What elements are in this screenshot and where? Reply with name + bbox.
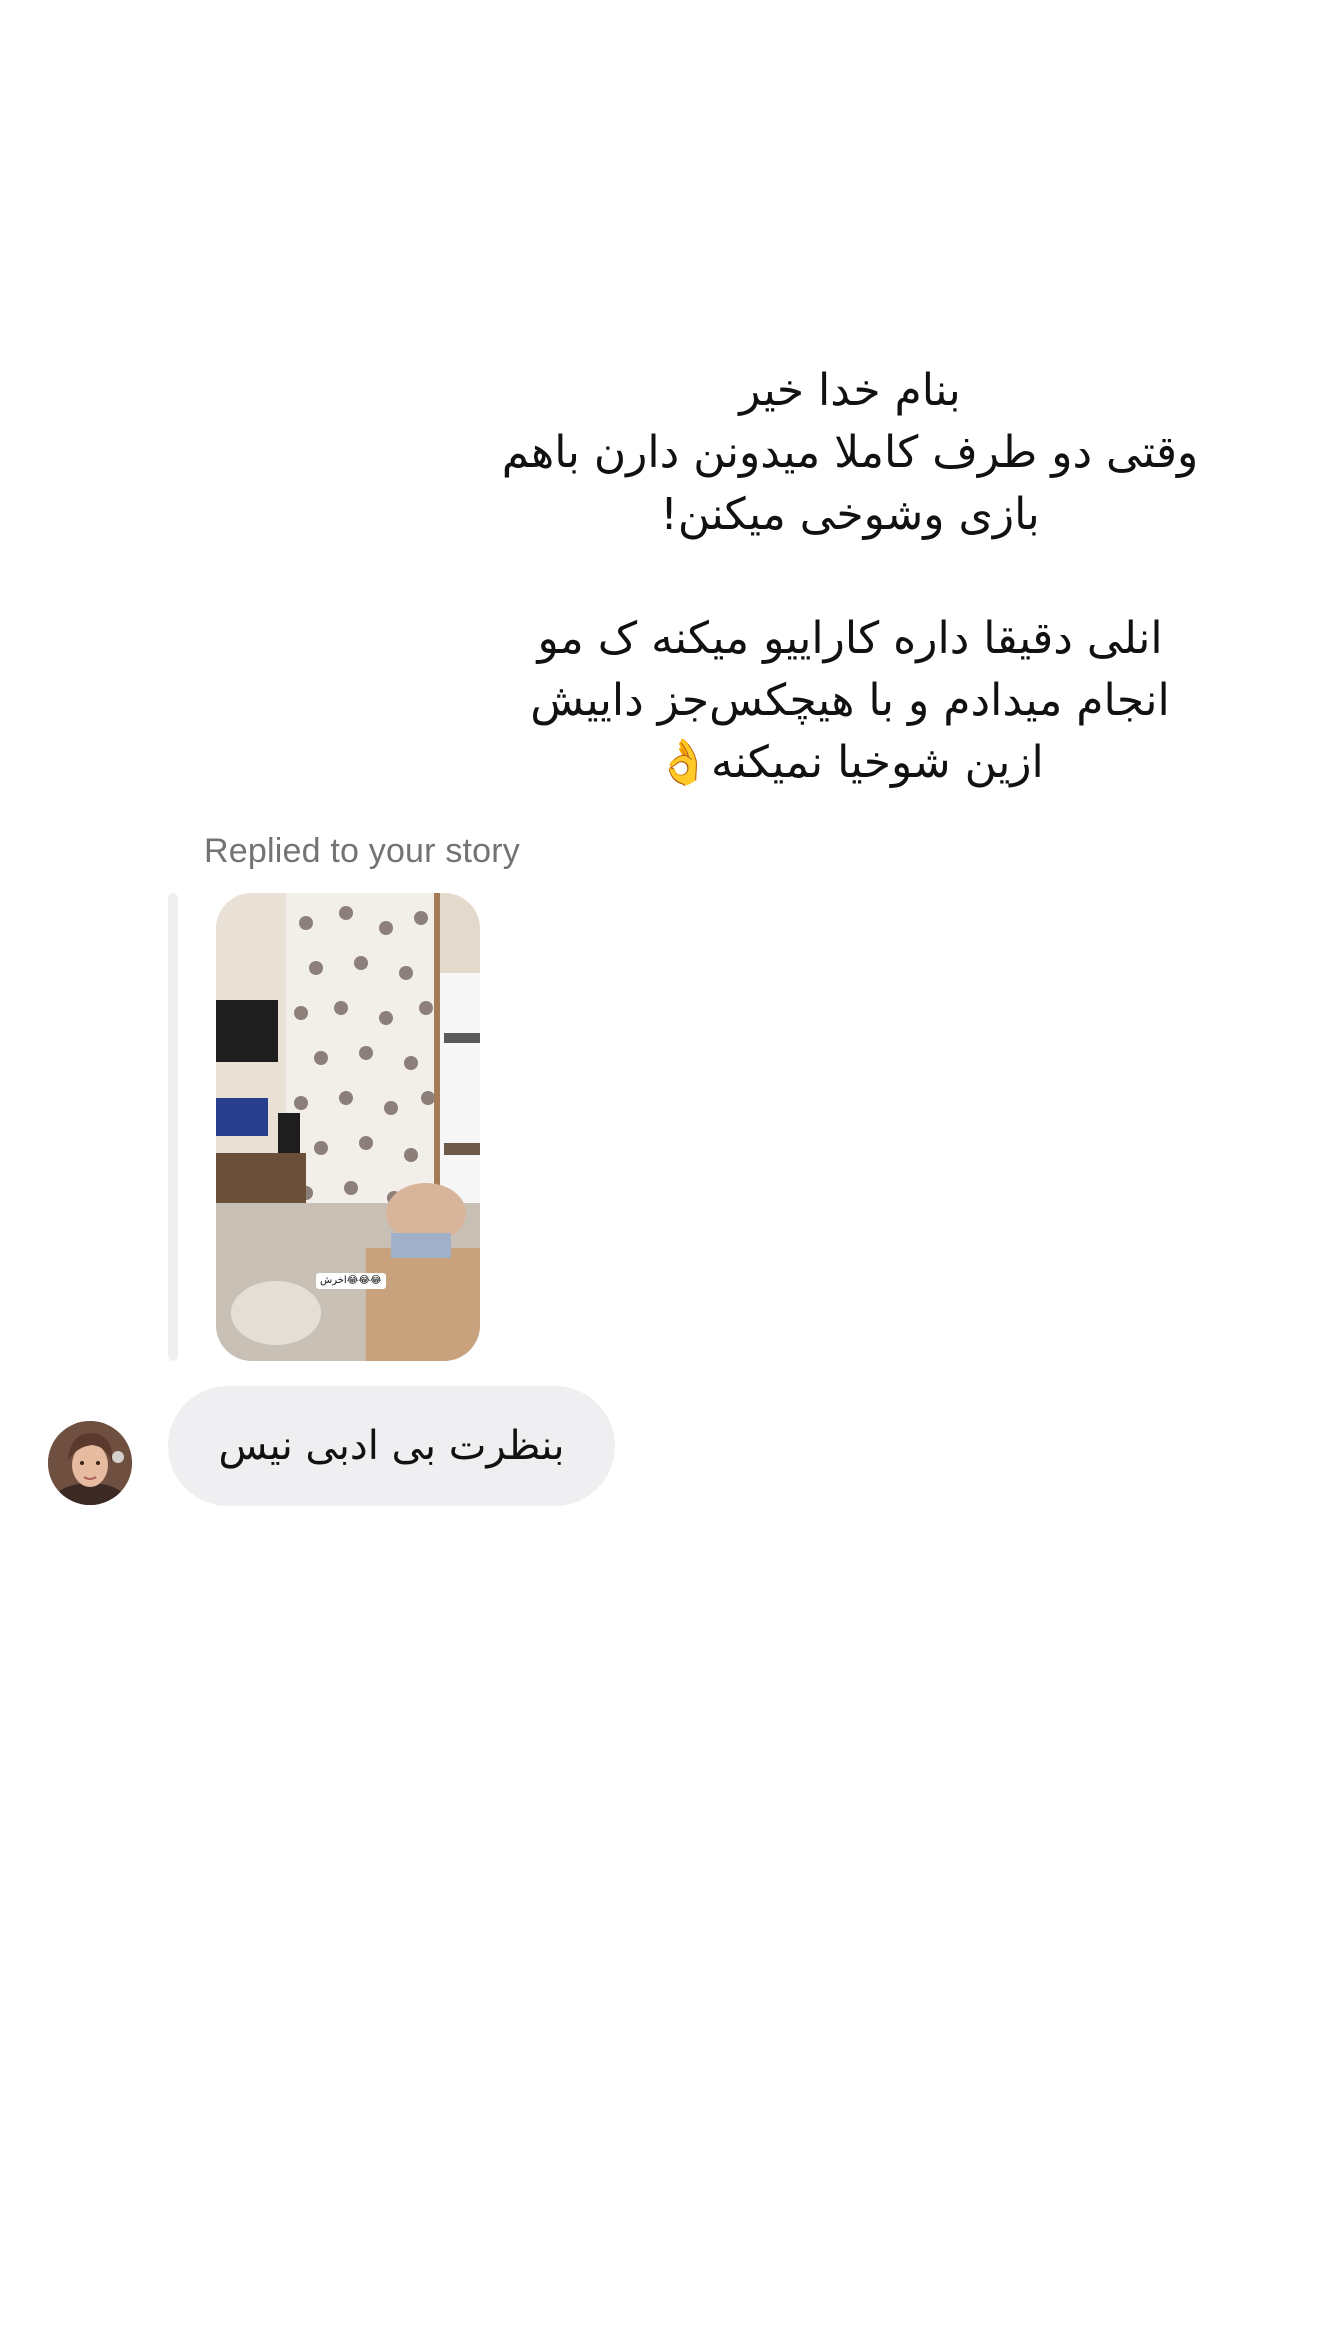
caption-line-5: انجام میدادم و با هیچکس‌جز داییش (530, 675, 1170, 726)
reply-quote-bar (168, 893, 178, 1361)
story-sticker-text: اخرش😂😂😂 (316, 1273, 386, 1289)
story-thumbnail[interactable]: اخرش😂😂😂 (216, 893, 480, 1361)
message-bubble[interactable]: بنظرت بی ادبی نیس (168, 1386, 615, 1506)
story-image-icon (216, 893, 480, 1361)
caption-line-1: بنام خدا خیر (739, 365, 961, 416)
story-caption-text: بنام خدا خیر وقتی دو طرف کاملا میدونن دا… (470, 360, 1230, 794)
caption-line-4: انلی دقیقا داره کاراییو میکنه ک مو (537, 613, 1163, 664)
replied-to-story-label: Replied to your story (204, 832, 521, 870)
caption-line-6: ازین شوخیا نمیکنه👌 (656, 737, 1044, 788)
chat-screen: بنام خدا خیر وقتی دو طرف کاملا میدونن دا… (0, 0, 1320, 2346)
caption-line-3: بازی وشوخی میکنن! (660, 489, 1040, 540)
message-text: بنظرت بی ادبی نیس (218, 1423, 565, 1469)
sender-avatar[interactable] (48, 1421, 132, 1505)
caption-line-2: وقتی دو طرف کاملا میدونن دارن باهم (501, 427, 1199, 478)
avatar-photo-icon (48, 1421, 132, 1505)
